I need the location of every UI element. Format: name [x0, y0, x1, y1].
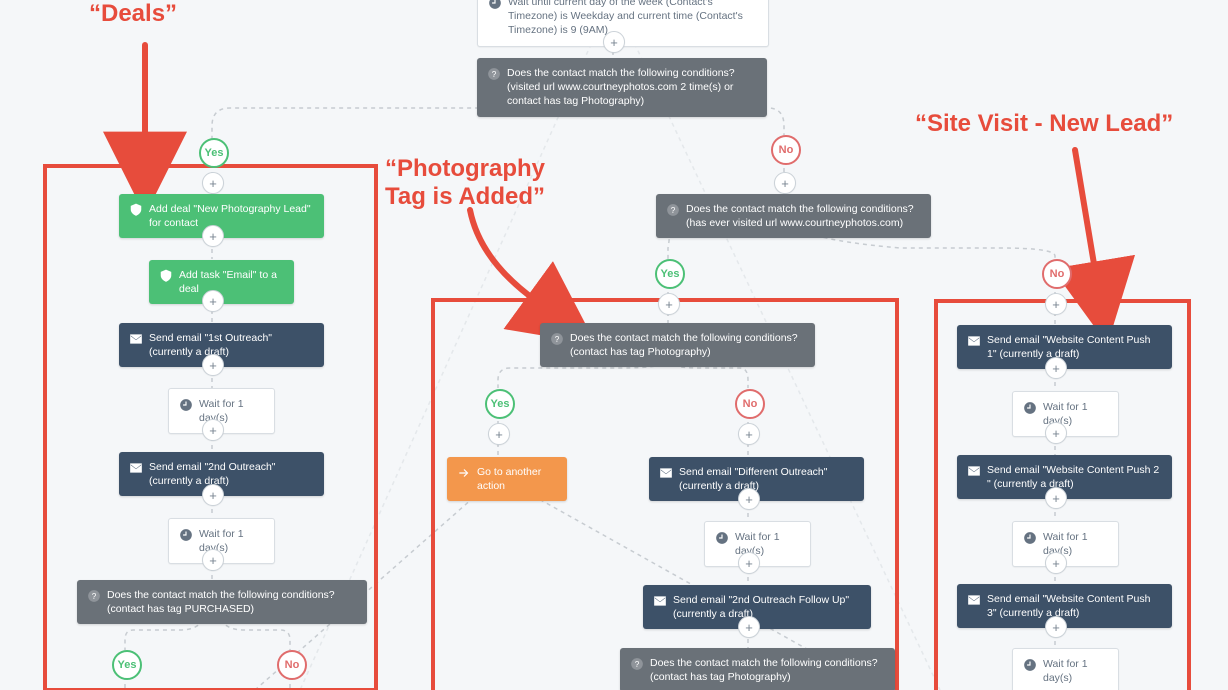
- mail-icon: [967, 464, 981, 478]
- add-step[interactable]: +: [202, 484, 224, 506]
- node-label: Send email "1st Outreach" (currently a d…: [149, 331, 314, 359]
- question-icon: ?: [630, 657, 644, 671]
- yes-badge[interactable]: Yes: [112, 650, 142, 680]
- add-step[interactable]: +: [603, 31, 625, 53]
- yes-badge[interactable]: Yes: [485, 389, 515, 419]
- clock-icon: [488, 0, 502, 10]
- question-icon: ?: [550, 332, 564, 346]
- node-label: Does the contact match the following con…: [107, 588, 357, 616]
- clock-icon: [1023, 401, 1037, 415]
- clock-icon: [715, 531, 729, 545]
- question-icon: ?: [87, 589, 101, 603]
- clock-icon: [1023, 658, 1037, 672]
- add-step[interactable]: +: [1045, 422, 1067, 444]
- no-badge[interactable]: No: [735, 389, 765, 419]
- add-step[interactable]: +: [202, 172, 224, 194]
- annotation-lead: “Site Visit - New Lead”: [915, 110, 1173, 138]
- add-step[interactable]: +: [202, 225, 224, 247]
- node-label: Does the contact match the following con…: [650, 656, 885, 684]
- add-step[interactable]: +: [738, 616, 760, 638]
- annotation-photo: “Photography Tag is Added”: [385, 155, 545, 210]
- node-goto-action[interactable]: Go to another action: [447, 457, 567, 501]
- add-step[interactable]: +: [202, 290, 224, 312]
- node-label: Send email "2nd Outreach" (currently a d…: [149, 460, 314, 488]
- node-purchased-condition[interactable]: ? Does the contact match the following c…: [77, 580, 367, 624]
- clock-icon: [179, 528, 193, 542]
- add-step[interactable]: +: [202, 419, 224, 441]
- question-icon: ?: [487, 67, 501, 81]
- clock-icon: [179, 398, 193, 412]
- node-label: Add task "Email" to a deal: [179, 268, 284, 296]
- node-label: Does the contact match the following con…: [570, 331, 805, 359]
- mail-icon: [653, 594, 667, 608]
- mail-icon: [129, 332, 143, 346]
- add-step[interactable]: +: [1045, 552, 1067, 574]
- node-label: Go to another action: [477, 465, 557, 493]
- deal-icon: [129, 203, 143, 217]
- add-step[interactable]: +: [658, 293, 680, 315]
- add-step[interactable]: +: [202, 354, 224, 376]
- no-badge[interactable]: No: [277, 650, 307, 680]
- svg-text:?: ?: [492, 70, 497, 79]
- mail-icon: [967, 593, 981, 607]
- node-label: Send email "Different Outreach" (current…: [679, 465, 854, 493]
- add-step[interactable]: +: [1045, 357, 1067, 379]
- add-step[interactable]: +: [1045, 616, 1067, 638]
- mail-icon: [967, 334, 981, 348]
- node-label: Send email "Website Content Push 1" (cur…: [987, 333, 1162, 361]
- add-step[interactable]: +: [1045, 487, 1067, 509]
- node-label: Does the contact match the following con…: [686, 202, 921, 230]
- yes-badge[interactable]: Yes: [199, 138, 229, 168]
- node-label: Does the contact match the following con…: [507, 66, 757, 109]
- goto-icon: [457, 466, 471, 480]
- node-label: Send email "Website Content Push 2 " (cu…: [987, 463, 1162, 491]
- no-badge[interactable]: No: [1042, 259, 1072, 289]
- add-step[interactable]: +: [1045, 293, 1067, 315]
- node-label: Wait for 1 day(s): [1043, 657, 1108, 685]
- node-site-condition[interactable]: ? Does the contact match the following c…: [656, 194, 931, 238]
- no-badge[interactable]: No: [771, 135, 801, 165]
- node-wait-r3[interactable]: Wait for 1 day(s): [1012, 648, 1119, 690]
- add-step[interactable]: +: [738, 488, 760, 510]
- node-tag-condition-2[interactable]: ? Does the contact match the following c…: [620, 648, 895, 690]
- clock-icon: [1023, 531, 1037, 545]
- node-photo-condition[interactable]: ? Does the contact match the following c…: [477, 58, 767, 117]
- automation-canvas: “Deals” “Photography Tag is Added” “Site…: [0, 0, 1228, 690]
- node-tag-condition[interactable]: ? Does the contact match the following c…: [540, 323, 815, 367]
- add-step[interactable]: +: [202, 549, 224, 571]
- svg-text:?: ?: [635, 660, 640, 669]
- add-step[interactable]: +: [738, 552, 760, 574]
- node-label: Add deal "New Photography Lead" for cont…: [149, 202, 314, 230]
- add-step[interactable]: +: [488, 423, 510, 445]
- add-step[interactable]: +: [774, 172, 796, 194]
- svg-text:?: ?: [555, 335, 560, 344]
- question-icon: ?: [666, 203, 680, 217]
- add-step[interactable]: +: [738, 423, 760, 445]
- mail-icon: [659, 466, 673, 480]
- node-label: Wait until current day of the week (Cont…: [508, 0, 758, 38]
- svg-text:?: ?: [671, 206, 676, 215]
- task-icon: [159, 269, 173, 283]
- node-label: Send email "2nd Outreach Follow Up" (cur…: [673, 593, 861, 621]
- yes-badge[interactable]: Yes: [655, 259, 685, 289]
- svg-text:?: ?: [92, 592, 97, 601]
- node-label: Send email "Website Content Push 3" (cur…: [987, 592, 1162, 620]
- mail-icon: [129, 461, 143, 475]
- annotation-deals: “Deals”: [89, 0, 177, 28]
